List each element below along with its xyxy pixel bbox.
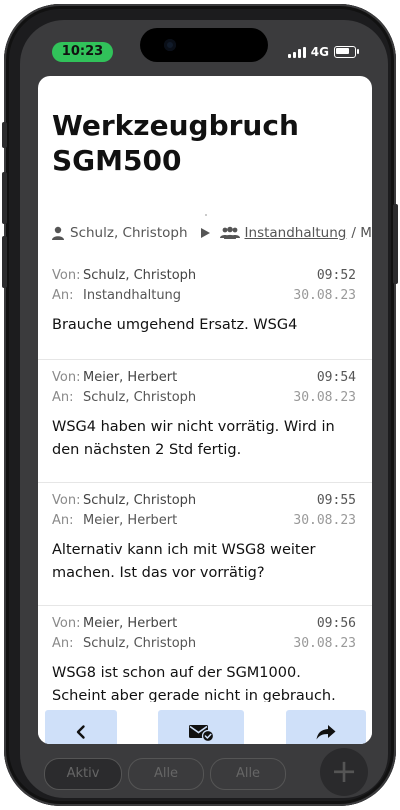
mute-switch <box>2 122 7 148</box>
to-label: An: <box>52 288 74 303</box>
message-text: WSG4 haben wir nicht vorrätig. Wird in d… <box>52 419 335 458</box>
thread-card: Werkzeugbruch SGM500 Schulz, Christoph I… <box>38 76 372 744</box>
message-time: 09:56 <box>316 616 356 631</box>
volume-down-button <box>2 236 7 288</box>
play-triangle-icon <box>200 228 210 238</box>
camera-icon <box>164 39 176 51</box>
group-icon <box>219 226 240 239</box>
route-to-group-link[interactable]: Instandhaltung <box>245 225 347 241</box>
message-recipient: Schulz, Christoph <box>83 390 197 405</box>
route-from: Schulz, Christoph <box>70 225 188 241</box>
message-item[interactable]: Von: Schulz, Christoph 09:55 An: Meier, Her… <box>38 483 372 606</box>
filter-all-chip[interactable]: Alle <box>128 758 204 790</box>
mark-read-button[interactable] <box>158 710 244 744</box>
message-date: 30.08.23 <box>293 288 356 303</box>
message-sender: Meier, Herbert <box>83 616 178 631</box>
to-label: An: <box>52 513 74 528</box>
filter-all-chip-2[interactable]: Alle <box>210 758 286 790</box>
status-indicators: 4G <box>287 45 359 59</box>
power-button <box>393 204 398 284</box>
status-time: 10:23 <box>52 42 113 62</box>
to-label: An: <box>52 636 74 651</box>
battery-icon <box>334 46 359 58</box>
message-item[interactable]: Von: Meier, Herbert 09:54 An: Schulz, Chris… <box>38 360 372 483</box>
filter-active-chip[interactable]: Aktiv <box>44 758 122 790</box>
message-list[interactable]: Von: Schulz, Christoph 09:52 An: Instandhal… <box>38 258 372 736</box>
person-icon <box>52 226 64 240</box>
message-sender: Schulz, Christoph <box>83 268 197 283</box>
message-time: 09:55 <box>316 493 356 508</box>
add-button[interactable]: + <box>320 748 368 796</box>
network-label: 4G <box>310 45 329 59</box>
message-recipient: Meier, Herbert <box>83 513 178 528</box>
message-time: 09:54 <box>316 370 356 385</box>
mail-check-icon <box>189 725 215 742</box>
forward-button[interactable] <box>286 710 366 744</box>
from-label: Von: <box>52 370 81 385</box>
screen: 10:23 4G Werkzeugbruch SGM500 Schulz, Ch… <box>20 20 388 798</box>
from-label: Von: <box>52 493 81 508</box>
filter-bar: Aktiv Alle Alle + <box>20 744 388 798</box>
chevron-left-icon <box>76 725 85 739</box>
thread-route: Schulz, Christoph Instandhaltung / M <box>51 222 372 244</box>
message-sender: Schulz, Christoph <box>83 493 197 508</box>
message-text: Alternativ kann ich mit WSG8 weiter mach… <box>52 542 316 581</box>
message-date: 30.08.23 <box>293 390 356 405</box>
status-bar: 10:23 4G <box>20 20 388 80</box>
from-label: Von: <box>52 268 81 283</box>
from-label: Von: <box>52 616 81 631</box>
forward-arrow-icon <box>316 725 336 740</box>
message-date: 30.08.23 <box>293 513 356 528</box>
message-date: 30.08.23 <box>293 636 356 651</box>
phone-frame: 10:23 4G Werkzeugbruch SGM500 Schulz, Ch… <box>2 4 398 806</box>
message-recipient: Schulz, Christoph <box>83 636 197 651</box>
route-to-rest: / M <box>351 225 372 241</box>
message-text: Brauche umgehend Ersatz. WSG4 <box>52 317 298 333</box>
message-time: 09:52 <box>316 268 356 283</box>
message-recipient: Instandhaltung <box>83 288 182 303</box>
action-bar <box>38 702 372 744</box>
separator-dot <box>205 214 207 216</box>
signal-icon <box>287 46 306 58</box>
dynamic-island <box>140 28 268 62</box>
volume-up-button <box>2 172 7 224</box>
thread-title: Werkzeugbruch SGM500 <box>52 109 299 177</box>
to-label: An: <box>52 390 74 405</box>
message-sender: Meier, Herbert <box>83 370 178 385</box>
message-item[interactable]: Von: Schulz, Christoph 09:52 An: Instandhal… <box>38 258 372 360</box>
back-button[interactable] <box>45 710 117 744</box>
